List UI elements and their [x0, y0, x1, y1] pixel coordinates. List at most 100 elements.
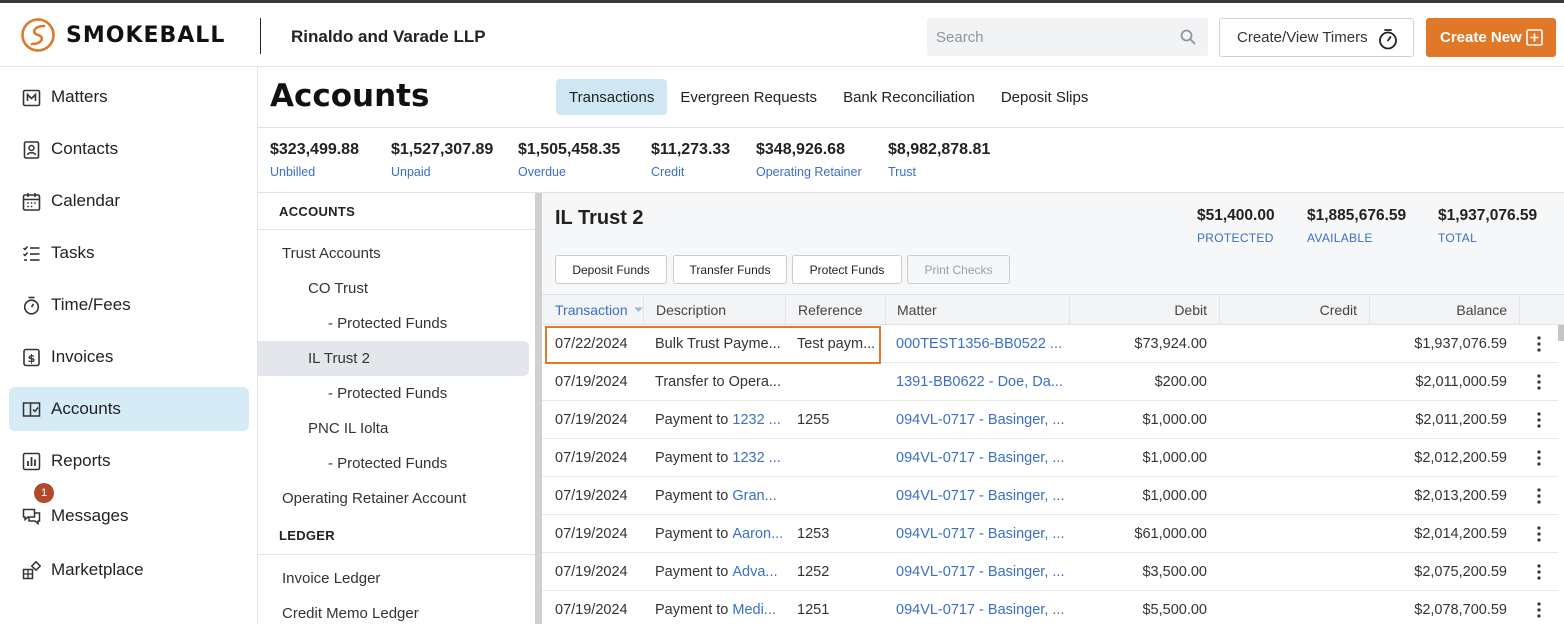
table-row[interactable]: 07/19/2024 Payment to 1232 ... 094VL-0717 … [542, 439, 1558, 477]
column-header-description[interactable]: Description [644, 295, 786, 324]
row-menu-icon[interactable] [1534, 486, 1544, 506]
search-box[interactable] [927, 18, 1208, 56]
row-menu-icon[interactable] [1534, 448, 1544, 468]
table-row[interactable]: 07/19/2024 Payment to Gran... 094VL-0717 -… [542, 477, 1558, 515]
sidebar-item-invoices[interactable]: $ Invoices [9, 335, 249, 379]
tab-evergreen-requests[interactable]: Evergreen Requests [667, 79, 830, 115]
sidebar-item-calendar[interactable]: Calendar [9, 179, 249, 223]
transactions-table-body: 07/22/2024 Bulk Trust Payme... Test paym..… [542, 325, 1558, 624]
tree-item-protected-funds[interactable]: - Protected Funds [328, 376, 447, 411]
cell-balance: $2,011,200.59 [1415, 412, 1507, 428]
column-header-matter[interactable]: Matter [886, 295, 1070, 324]
deposit-funds-button[interactable]: Deposit Funds [555, 255, 667, 284]
create-view-timers-button[interactable]: Create/View Timers [1219, 18, 1414, 57]
create-new-button[interactable]: Create New [1426, 18, 1556, 57]
table-row[interactable]: 07/19/2024 Payment to 1232 ... 1255 094VL-0… [542, 401, 1558, 439]
cell-matter-link[interactable]: 094VL-0717 - Basinger, ... [896, 439, 1068, 477]
table-row[interactable]: 07/19/2024 Payment to Adva... 1252 094VL-07… [542, 553, 1558, 591]
stat-label[interactable]: Credit [651, 165, 730, 179]
tree-item-credit-memo-ledger[interactable]: Credit Memo Ledger [282, 596, 419, 631]
row-menu-icon[interactable] [1534, 334, 1544, 354]
stat-label[interactable]: Unpaid [391, 165, 493, 179]
table-row[interactable]: 07/19/2024 Payment to Medi... 1251 094VL-07… [542, 591, 1558, 624]
print-checks-button[interactable]: Print Checks [907, 255, 1010, 284]
row-menu-icon[interactable] [1534, 372, 1544, 392]
row-menu-icon[interactable] [1534, 410, 1544, 430]
cell-debit: $3,500.00 [1142, 564, 1207, 580]
search-input[interactable] [927, 18, 1167, 56]
tree-item-co-trust[interactable]: CO Trust [308, 271, 368, 306]
stat-label[interactable]: Unbilled [270, 165, 359, 179]
description-payee-link[interactable]: 1232 ... [732, 412, 780, 428]
tab-bank-reconciliation[interactable]: Bank Reconciliation [830, 79, 988, 115]
sidebar-item-reports[interactable]: Reports [9, 439, 249, 483]
ledger-heading: LEDGER [279, 528, 335, 543]
column-label: Transaction [555, 301, 628, 318]
protect-funds-button[interactable]: Protect Funds [792, 255, 902, 284]
sidebar-item-tasks[interactable]: Tasks [9, 231, 249, 275]
column-header-credit[interactable]: Credit [1220, 295, 1370, 324]
tree-item-invoice-ledger[interactable]: Invoice Ledger [282, 561, 380, 596]
cell-balance: $2,012,200.59 [1414, 450, 1507, 466]
sidebar-item-time-fees[interactable]: Time/Fees [9, 283, 249, 327]
tree-item-protected-funds[interactable]: - Protected Funds [328, 446, 447, 481]
sidebar-item-label: Time/Fees [51, 295, 131, 314]
table-row[interactable]: 07/22/2024 Bulk Trust Payme... Test paym..… [542, 325, 1558, 363]
cell-matter-link[interactable]: 094VL-0717 - Basinger, ... [896, 553, 1068, 591]
table-scrollbar-thumb[interactable] [1558, 325, 1564, 341]
cell-matter-link[interactable]: 094VL-0717 - Basinger, ... [896, 515, 1068, 553]
cell-matter-link[interactable]: 1391-BB0622 - Doe, Da... [896, 363, 1068, 401]
tree-item-trust-accounts[interactable]: Trust Accounts [282, 236, 381, 271]
stat-trust: $8,982,878.81 Trust [888, 141, 990, 179]
sidebar-item-matters[interactable]: Matters [9, 75, 249, 119]
tree-scrollbar[interactable] [535, 193, 542, 624]
cell-matter-link[interactable]: 094VL-0717 - Basinger, ... [896, 401, 1068, 439]
create-new-label: Create New [1440, 29, 1522, 46]
stat-label[interactable]: Overdue [518, 165, 620, 179]
cell-matter-link[interactable]: 094VL-0717 - Basinger, ... [896, 591, 1068, 624]
tree-item-pnc-il-iolta[interactable]: PNC IL Iolta [308, 411, 388, 446]
stat-label[interactable]: Operating Retainer [756, 165, 862, 179]
table-row[interactable]: 07/19/2024 Payment to Aaron... 1253 094VL-0… [542, 515, 1558, 553]
row-menu-icon[interactable] [1534, 562, 1544, 582]
cell-debit: $73,924.00 [1134, 336, 1207, 352]
cell-matter-link[interactable]: 094VL-0717 - Basinger, ... [896, 477, 1068, 515]
stat-label[interactable]: Trust [888, 165, 990, 179]
smokeball-logo[interactable]: SMOKEBALL [20, 17, 225, 53]
row-menu-icon[interactable] [1534, 524, 1544, 544]
cell-credit [1220, 591, 1357, 624]
sidebar-item-label: Matters [51, 87, 108, 106]
description-payee-link[interactable]: Aaron... [732, 526, 783, 542]
messages-icon [22, 508, 41, 526]
sidebar-item-accounts[interactable]: Accounts [9, 387, 249, 431]
cell-date: 07/19/2024 [555, 450, 628, 466]
row-menu-icon[interactable] [1534, 600, 1544, 620]
matters-icon [22, 89, 41, 107]
tab-deposit-slips[interactable]: Deposit Slips [988, 79, 1102, 115]
table-scrollbar[interactable] [1558, 325, 1564, 624]
column-header-transaction[interactable]: Transaction [542, 295, 644, 324]
tree-item-protected-funds[interactable]: - Protected Funds [328, 306, 447, 341]
column-header-reference[interactable]: Reference [786, 295, 886, 324]
column-header-balance[interactable]: Balance [1370, 295, 1520, 324]
sidebar-item-marketplace[interactable]: Marketplace [9, 548, 249, 592]
cell-matter-link[interactable]: 000TEST1356-BB0522 ... [896, 325, 1068, 363]
search-icon[interactable] [1180, 29, 1196, 45]
table-row[interactable]: 07/19/2024 Transfer to Opera... 1391-BB062… [542, 363, 1558, 401]
description-payee-link[interactable]: Adva... [732, 564, 777, 580]
column-header-debit[interactable]: Debit [1070, 295, 1220, 324]
brand-name: SMOKEBALL [66, 22, 226, 48]
description-payee-link[interactable]: Gran... [732, 488, 776, 504]
sidebar-item-contacts[interactable]: Contacts [9, 127, 249, 171]
tree-item-operating-retainer-account[interactable]: Operating Retainer Account [282, 481, 466, 516]
tree-item-il-trust-2[interactable]: IL Trust 2 [258, 341, 529, 376]
description-text: Payment to [655, 602, 733, 618]
sidebar-item-messages[interactable]: 1 Messages [9, 483, 249, 538]
cell-balance: $2,075,200.59 [1414, 564, 1507, 580]
tab-transactions[interactable]: Transactions [556, 79, 668, 115]
cell-description: Bulk Trust Payme... [655, 325, 785, 363]
description-payee-link[interactable]: Medi... [732, 602, 776, 618]
stat-unpaid: $1,527,307.89 Unpaid [391, 141, 493, 179]
transfer-funds-button[interactable]: Transfer Funds [673, 255, 787, 284]
description-payee-link[interactable]: 1232 ... [732, 450, 780, 466]
